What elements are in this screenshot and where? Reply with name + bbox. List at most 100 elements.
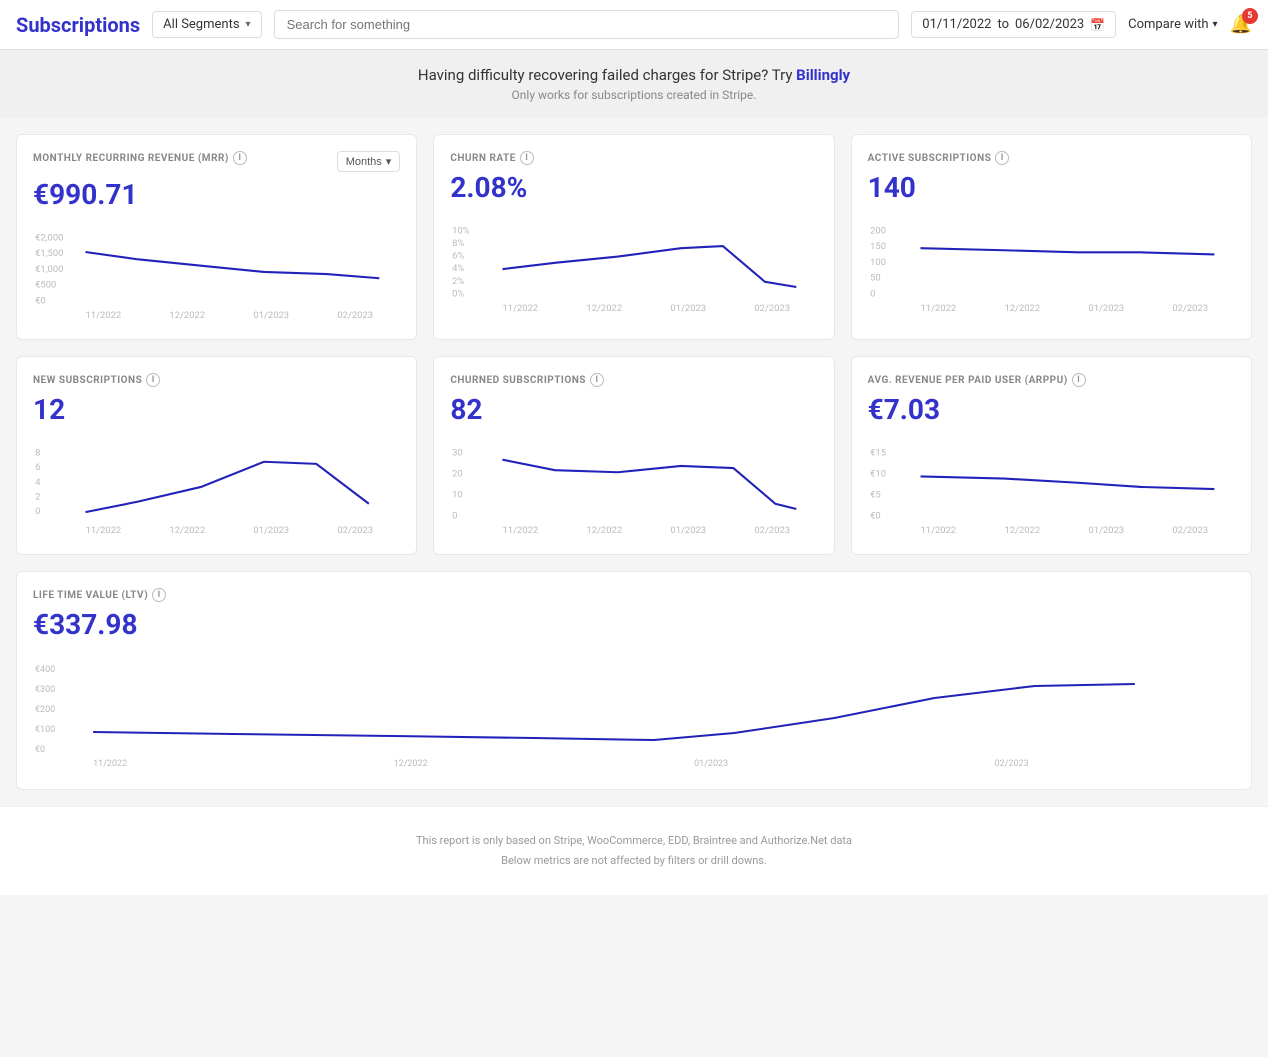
- billingly-link[interactable]: Billingly: [796, 66, 850, 84]
- churn-value: 2.08%: [450, 171, 817, 204]
- svg-text:02/2023: 02/2023: [337, 310, 373, 321]
- new-subs-header: NEW SUBSCRIPTIONS i: [33, 373, 400, 387]
- footer-line2: Below metrics are not affected by filter…: [24, 851, 1244, 871]
- date-range-picker[interactable]: 01/11/2022 to 06/02/2023 📅: [911, 11, 1116, 38]
- svg-text:8: 8: [35, 447, 40, 458]
- svg-text:12/2022: 12/2022: [169, 525, 205, 536]
- banner-before: Having difficulty recovering failed char…: [418, 66, 796, 84]
- churned-subs-header: CHURNED SUBSCRIPTIONS i: [450, 373, 817, 387]
- calendar-icon: 📅: [1090, 18, 1105, 32]
- footer-line1: This report is only based on Stripe, Woo…: [24, 831, 1244, 851]
- new-subs-info-icon[interactable]: i: [146, 373, 160, 387]
- svg-text:11/2022: 11/2022: [920, 303, 956, 314]
- svg-text:11/2022: 11/2022: [503, 525, 539, 536]
- svg-text:€1,500: €1,500: [35, 248, 63, 259]
- chevron-down-icon: ▾: [246, 19, 251, 30]
- chevron-down-icon: ▾: [386, 155, 392, 168]
- svg-text:€400: €400: [35, 665, 55, 675]
- svg-text:0: 0: [452, 510, 457, 521]
- svg-text:02/2023: 02/2023: [995, 759, 1029, 769]
- svg-text:€5: €5: [870, 489, 881, 500]
- churn-card-header: CHURN RATE i: [450, 151, 817, 165]
- svg-text:01/2023: 01/2023: [694, 759, 728, 769]
- svg-text:€200: €200: [35, 705, 55, 715]
- svg-text:6: 6: [35, 462, 40, 473]
- svg-text:12/2022: 12/2022: [587, 525, 623, 536]
- ltv-label: LIFE TIME VALUE (LTV) i: [33, 588, 166, 602]
- svg-text:11/2022: 11/2022: [85, 525, 121, 536]
- svg-text:2: 2: [35, 492, 40, 503]
- churned-subs-card: CHURNED SUBSCRIPTIONS i 82 30 20 10 0 11…: [433, 356, 834, 555]
- svg-text:12/2022: 12/2022: [394, 759, 428, 769]
- svg-text:8%: 8%: [452, 238, 464, 249]
- svg-text:02/2023: 02/2023: [1172, 525, 1208, 536]
- new-subs-chart: 8 6 4 2 0 11/2022 12/2022 01/2023 02/202…: [33, 438, 400, 538]
- svg-text:€15: €15: [870, 447, 886, 458]
- svg-text:02/2023: 02/2023: [755, 525, 791, 536]
- active-subs-info-icon[interactable]: i: [995, 151, 1009, 165]
- main-content: MONTHLY RECURRING REVENUE (MRR) i Months…: [0, 118, 1268, 806]
- svg-text:€2,000: €2,000: [35, 232, 63, 243]
- svg-text:10: 10: [452, 489, 463, 500]
- mrr-card-header: MONTHLY RECURRING REVENUE (MRR) i Months…: [33, 151, 400, 172]
- compare-label: Compare with: [1128, 17, 1208, 32]
- notification-bell[interactable]: 🔔 5: [1230, 14, 1252, 35]
- compare-button[interactable]: Compare with ▾: [1128, 17, 1217, 32]
- svg-text:€100: €100: [35, 725, 55, 735]
- svg-text:01/2023: 01/2023: [253, 310, 289, 321]
- svg-text:200: 200: [870, 225, 886, 236]
- active-subs-value: 140: [868, 171, 1235, 204]
- svg-text:0: 0: [35, 506, 40, 517]
- svg-text:11/2022: 11/2022: [93, 759, 127, 769]
- churned-subs-value: 82: [450, 393, 817, 426]
- chevron-down-icon: ▾: [1213, 19, 1218, 30]
- svg-text:01/2023: 01/2023: [1088, 525, 1124, 536]
- mrr-info-icon[interactable]: i: [233, 151, 247, 165]
- svg-text:4: 4: [35, 477, 41, 488]
- months-button[interactable]: Months ▾: [337, 151, 401, 172]
- svg-text:02/2023: 02/2023: [1172, 303, 1208, 314]
- ltv-chart-svg: €400 €300 €200 €100 €0 11/2022 12/2022 0…: [33, 653, 1235, 773]
- arppu-chart: €15 €10 €5 €0 11/2022 12/2022 01/2023 02…: [868, 438, 1235, 538]
- svg-text:11/2022: 11/2022: [920, 525, 956, 536]
- new-subs-value: 12: [33, 393, 400, 426]
- svg-text:01/2023: 01/2023: [671, 303, 707, 314]
- mrr-chart-svg: €2,000 €1,500 €1,000 €500 €0 11/2022 12/…: [33, 223, 400, 323]
- ltv-info-icon[interactable]: i: [152, 588, 166, 602]
- mrr-chart: €2,000 €1,500 €1,000 €500 €0 11/2022 12/…: [33, 223, 400, 323]
- active-subs-card: ACTIVE SUBSCRIPTIONS i 140 200 150 100 5…: [851, 134, 1252, 340]
- svg-text:12/2022: 12/2022: [169, 310, 205, 321]
- churned-subs-chart: 30 20 10 0 11/2022 12/2022 01/2023 02/20…: [450, 438, 817, 538]
- footer: This report is only based on Stripe, Woo…: [0, 806, 1268, 895]
- mrr-label: MONTHLY RECURRING REVENUE (MRR) i: [33, 151, 247, 165]
- arppu-label: AVG. REVENUE PER PAID USER (ARPPU) i: [868, 373, 1086, 387]
- segment-dropdown[interactable]: All Segments ▾: [152, 11, 261, 38]
- svg-text:12/2022: 12/2022: [1004, 525, 1040, 536]
- svg-text:02/2023: 02/2023: [337, 525, 373, 536]
- ltv-value: €337.98: [33, 608, 1235, 641]
- svg-text:0%: 0%: [452, 288, 464, 299]
- svg-text:€500: €500: [35, 280, 56, 291]
- new-subs-chart-svg: 8 6 4 2 0 11/2022 12/2022 01/2023 02/202…: [33, 438, 400, 538]
- svg-text:20: 20: [452, 468, 463, 479]
- date-from: 01/11/2022: [922, 17, 991, 32]
- churn-card: CHURN RATE i 2.08% 10% 8% 6% 4% 2% 0% 11…: [433, 134, 834, 340]
- ltv-chart: €400 €300 €200 €100 €0 11/2022 12/2022 0…: [33, 653, 1235, 773]
- svg-text:€0: €0: [35, 745, 45, 755]
- active-subs-label: ACTIVE SUBSCRIPTIONS i: [868, 151, 1010, 165]
- arppu-value: €7.03: [868, 393, 1235, 426]
- search-input[interactable]: [274, 10, 900, 39]
- churn-info-icon[interactable]: i: [520, 151, 534, 165]
- svg-text:01/2023: 01/2023: [1088, 303, 1124, 314]
- arppu-info-icon[interactable]: i: [1072, 373, 1086, 387]
- mrr-card: MONTHLY RECURRING REVENUE (MRR) i Months…: [16, 134, 417, 340]
- svg-text:11/2022: 11/2022: [85, 310, 121, 321]
- svg-text:2%: 2%: [452, 276, 464, 287]
- svg-text:€1,000: €1,000: [35, 264, 63, 275]
- svg-text:11/2022: 11/2022: [503, 303, 539, 314]
- svg-text:150: 150: [870, 241, 886, 252]
- svg-text:02/2023: 02/2023: [755, 303, 791, 314]
- metrics-row-2: NEW SUBSCRIPTIONS i 12 8 6 4 2 0 11/2022…: [16, 356, 1252, 555]
- churned-subs-info-icon[interactable]: i: [590, 373, 604, 387]
- active-subs-chart: 200 150 100 50 0 11/2022 12/2022 01/2023…: [868, 216, 1235, 316]
